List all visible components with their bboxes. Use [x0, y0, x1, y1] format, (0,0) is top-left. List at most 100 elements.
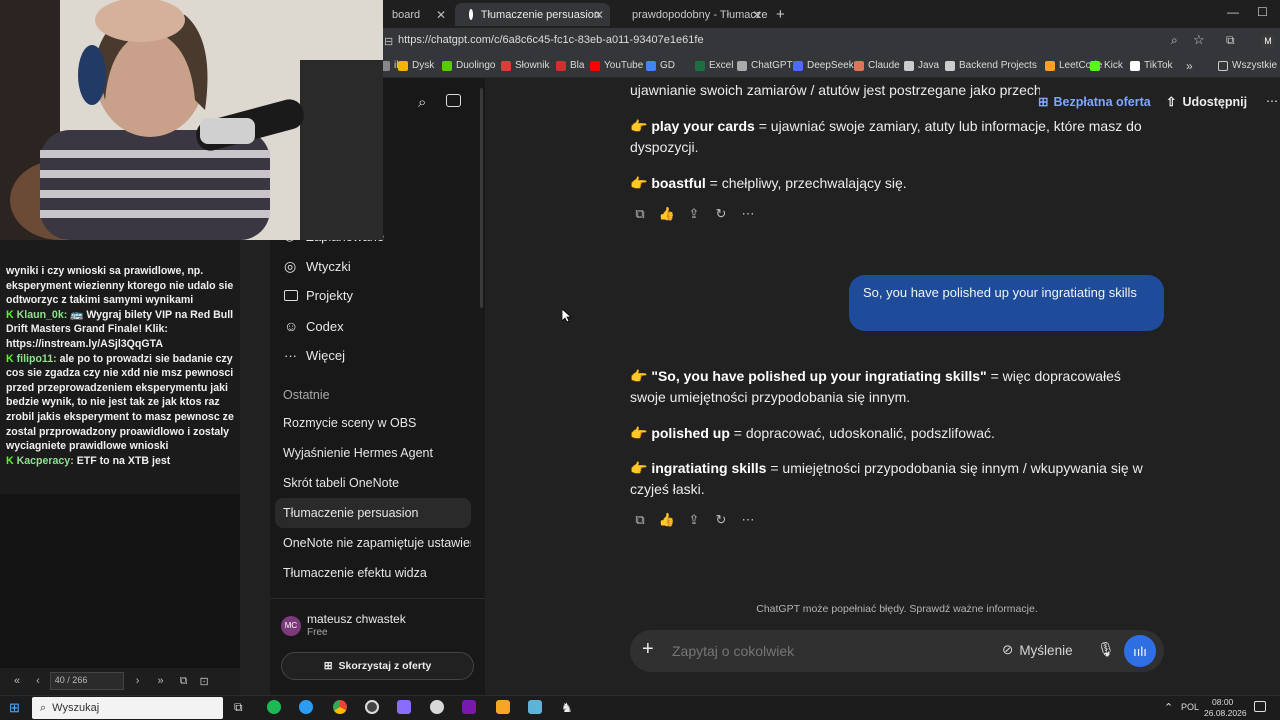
- sidebar-item-codex[interactable]: ☺ Codex: [284, 318, 344, 334]
- pointing-hand-icon: 👉: [630, 175, 648, 191]
- regenerate-icon[interactable]: ↻: [713, 512, 729, 528]
- bookmark-item[interactable]: Duolingo: [442, 60, 495, 71]
- minimize-icon[interactable]: —: [1227, 5, 1239, 19]
- sidebar-recent-chat[interactable]: Wyjaśnienie Hermes Agent: [275, 438, 471, 468]
- message-text: ujawnianie swoich zamiarów / atutów jest…: [630, 82, 1040, 98]
- bookmark-favicon-icon: [1090, 60, 1100, 71]
- first-page-icon[interactable]: «: [14, 675, 20, 687]
- taskbar-search[interactable]: ⌕ Wyszukaj: [32, 697, 223, 719]
- thumbs-icon[interactable]: 👍: [659, 206, 675, 222]
- edge-icon[interactable]: [299, 700, 313, 714]
- app-icon[interactable]: [397, 700, 411, 714]
- windows-taskbar: ⊞ ⌕ Wyszukaj ⧉ ♞ ⌃ POL 08:00 26.08.2026: [0, 695, 1280, 720]
- folder-app-icon[interactable]: [496, 700, 510, 714]
- tab-active[interactable]: Tłumaczenie persuasion ✕: [455, 3, 610, 26]
- bookmark-item[interactable]: TikTok: [1130, 60, 1173, 71]
- sidebar-item-projects[interactable]: Projekty: [284, 288, 353, 303]
- bookmark-star-icon[interactable]: ☆: [1193, 32, 1205, 48]
- copy-icon[interactable]: ⧉: [632, 206, 648, 222]
- zoom-icon[interactable]: ⌕: [1171, 33, 1178, 48]
- bookmark-item[interactable]: Backend Projects: [945, 60, 1037, 71]
- bookmarks-more-button[interactable]: »: [1186, 59, 1193, 73]
- close-icon[interactable]: ✕: [594, 8, 604, 22]
- profile-icon[interactable]: M: [1261, 34, 1275, 48]
- app-icon[interactable]: ♞: [561, 700, 573, 716]
- page-number-field[interactable]: 40 / 266: [49, 672, 124, 690]
- more-icon[interactable]: ⋯: [740, 512, 756, 528]
- sidebar-item-plugins[interactable]: ◎ Wtyczki: [284, 258, 351, 275]
- microphone-icon[interactable]: 🎙: [1097, 641, 1115, 658]
- plugin-icon: ◎: [284, 258, 297, 274]
- sidebar-recent-chat[interactable]: Rozmycie sceny w OBS: [275, 408, 471, 438]
- more-icon[interactable]: ⋯: [740, 206, 756, 222]
- language-indicator[interactable]: POL: [1181, 702, 1199, 712]
- copy-icon[interactable]: ⧉: [632, 512, 648, 528]
- fit-icon[interactable]: ⊡: [199, 675, 208, 688]
- bookmark-favicon-icon: [398, 60, 408, 71]
- sidebar-recent-chat[interactable]: OneNote nie zapamiętuje ustawień: [275, 528, 471, 558]
- clock-app-icon[interactable]: [430, 700, 444, 714]
- sidebar-item-more[interactable]: ··· Więcej: [284, 348, 345, 363]
- tab-translation[interactable]: prawdopodobny - Tłumaczenie ✕: [612, 3, 768, 26]
- clock-time[interactable]: 08:00: [1212, 697, 1233, 707]
- site-info-icon[interactable]: ⊟: [384, 35, 393, 48]
- chevron-up-icon[interactable]: ⌃: [1164, 701, 1173, 714]
- share-icon[interactable]: ⇪: [686, 206, 702, 222]
- bookmark-item[interactable]: Claude: [854, 60, 900, 71]
- bookmark-favicon-icon: [442, 60, 452, 71]
- bookmark-item[interactable]: Java: [904, 60, 939, 71]
- notepad-icon[interactable]: [528, 700, 542, 714]
- sidebar-recent-chat[interactable]: Tłumaczenie persuasion: [275, 498, 471, 528]
- sidebar-toggle-icon[interactable]: [446, 94, 461, 107]
- search-icon[interactable]: ⌕: [418, 94, 426, 111]
- maximize-icon[interactable]: ☐: [1257, 5, 1268, 19]
- upgrade-button[interactable]: ⊞ Skorzystaj z oferty: [281, 652, 474, 680]
- bookmark-item[interactable]: Kick: [1090, 60, 1123, 71]
- free-offer-button[interactable]: ⊞ Bezpłatna oferta: [1038, 94, 1151, 110]
- sidebar-recent-chat[interactable]: Tłumaczenie efektu widza: [275, 558, 471, 588]
- bookmark-item[interactable]: Dysk: [398, 60, 434, 71]
- folder-icon: [1218, 60, 1228, 71]
- avatar[interactable]: MC: [281, 616, 301, 636]
- bookmark-item[interactable]: Słownik: [501, 60, 549, 71]
- bookmark-favicon-icon: [590, 60, 600, 71]
- next-page-icon[interactable]: ›: [136, 675, 140, 687]
- chrome-icon[interactable]: [333, 700, 347, 714]
- new-tab-button[interactable]: +: [776, 6, 785, 23]
- spotify-icon[interactable]: [267, 700, 281, 714]
- bookmark-item[interactable]: GD: [646, 60, 675, 71]
- windows-start-icon[interactable]: ⊞: [9, 700, 20, 716]
- bookmark-item[interactable]: Bla: [556, 60, 584, 71]
- thinking-toggle[interactable]: ⊘ Myślenie: [1002, 642, 1073, 658]
- copy-icon[interactable]: ⧉: [180, 675, 188, 688]
- regenerate-icon[interactable]: ↻: [713, 206, 729, 222]
- user-name[interactable]: mateusz chwastek: [307, 612, 406, 626]
- add-icon[interactable]: +: [642, 638, 654, 660]
- prompt-input[interactable]: [672, 640, 952, 662]
- share-icon[interactable]: ⇪: [686, 512, 702, 528]
- bookmark-item[interactable]: YouTube: [590, 60, 643, 71]
- last-page-icon[interactable]: »: [157, 675, 163, 687]
- bookmark-item[interactable]: ChatGPT: [737, 60, 793, 71]
- obs-icon[interactable]: [365, 700, 379, 714]
- clock-date[interactable]: 26.08.2026: [1204, 708, 1247, 718]
- sidebar-recent-chat[interactable]: Skrót tabeli OneNote: [275, 468, 471, 498]
- task-view-icon[interactable]: ⧉: [234, 700, 243, 715]
- bookmark-item[interactable]: DeepSeek: [793, 60, 854, 71]
- url-field[interactable]: https://chatgpt.com/c/6a8c6c45-fc1c-83eb…: [398, 34, 704, 46]
- all-bookmarks-button[interactable]: Wszystkie zak: [1218, 60, 1280, 71]
- options-icon[interactable]: ⋯: [1266, 94, 1278, 108]
- thumbs-icon[interactable]: 👍: [659, 512, 675, 528]
- notification-icon[interactable]: [1254, 701, 1266, 712]
- share-button[interactable]: ⇧ Udostępnij: [1166, 94, 1247, 110]
- prev-page-icon[interactable]: ‹: [36, 675, 40, 687]
- extensions-icon[interactable]: ⧉: [1226, 33, 1235, 48]
- onenote-icon[interactable]: [462, 700, 476, 714]
- scrollbar[interactable]: [480, 88, 483, 308]
- bookmark-item[interactable]: Excel: [695, 60, 733, 71]
- voice-mode-button[interactable]: ıılı: [1124, 635, 1156, 667]
- tab-board[interactable]: board ✕: [378, 3, 452, 26]
- close-icon[interactable]: ✕: [752, 8, 762, 22]
- close-icon[interactable]: ✕: [436, 8, 446, 22]
- share-icon: ⇧: [1166, 95, 1177, 109]
